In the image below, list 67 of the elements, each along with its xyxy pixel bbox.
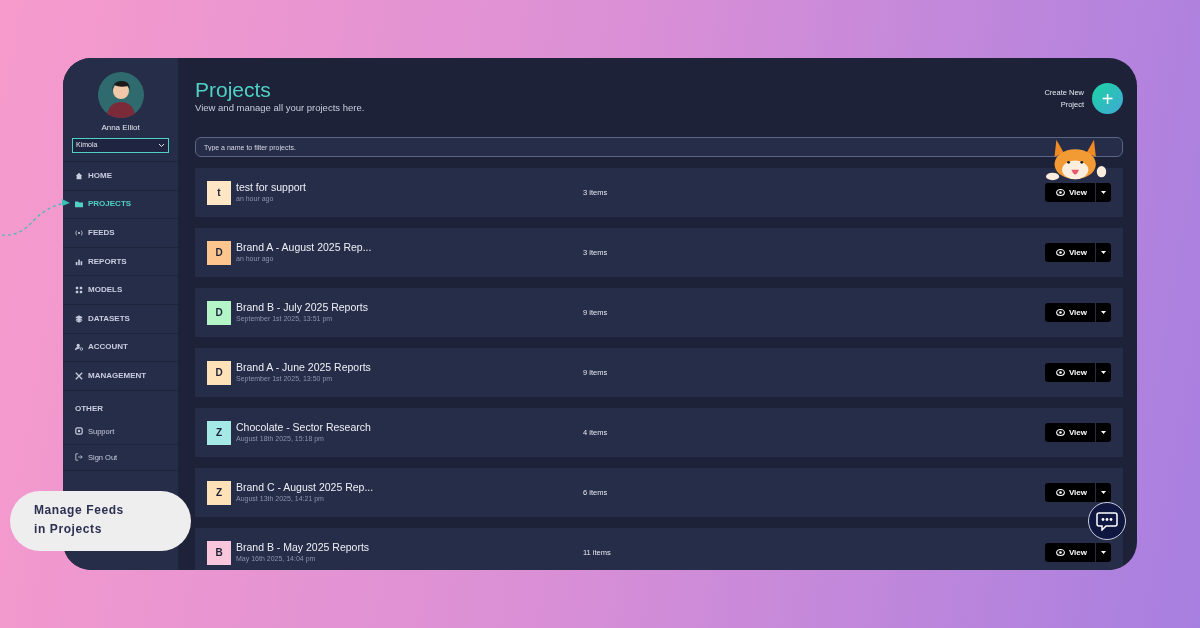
project-name: Brand A - June 2025 Reports bbox=[236, 360, 372, 375]
chat-icon bbox=[1096, 511, 1118, 531]
dropdown-toggle-button[interactable] bbox=[1096, 243, 1111, 263]
project-name: Brand C - August 2025 Rep... bbox=[236, 480, 375, 495]
user-name: Anna Elliot bbox=[100, 122, 141, 134]
tools-icon bbox=[75, 371, 83, 380]
sign-out-icon bbox=[75, 453, 83, 462]
section-heading: OTHER bbox=[63, 389, 178, 419]
eye-icon bbox=[1055, 368, 1065, 378]
view-button[interactable]: View bbox=[1044, 363, 1095, 383]
project-initial-tile: B bbox=[207, 540, 231, 565]
folder-icon bbox=[75, 200, 83, 209]
view-button[interactable]: View bbox=[1044, 483, 1095, 503]
nav-item[interactable]: DATASETS bbox=[63, 303, 178, 333]
view-button[interactable]: View bbox=[1044, 543, 1095, 563]
project-initial-tile: D bbox=[207, 360, 231, 385]
caret-icon bbox=[1101, 311, 1106, 315]
eye-icon bbox=[1055, 428, 1065, 438]
eye-icon bbox=[1055, 248, 1065, 258]
bar-chart-icon bbox=[75, 257, 83, 266]
caret-icon bbox=[1101, 431, 1106, 435]
eye-icon bbox=[1055, 548, 1065, 558]
chevron-down-icon bbox=[158, 143, 165, 148]
project-initial-tile: Z bbox=[207, 420, 231, 445]
dropdown-toggle-button[interactable] bbox=[1096, 303, 1111, 323]
project-name: Brand B - July 2025 Reports bbox=[236, 300, 369, 315]
caret-icon bbox=[1101, 191, 1106, 195]
nav-item[interactable]: MANAGEMENT bbox=[63, 361, 178, 390]
avatar bbox=[97, 72, 144, 118]
caret-icon bbox=[1101, 371, 1106, 375]
nav-item[interactable]: MODELS bbox=[63, 275, 178, 304]
user-gear-icon bbox=[75, 343, 83, 352]
dropdown-toggle-button[interactable] bbox=[1096, 543, 1111, 563]
eye-icon bbox=[1055, 308, 1065, 318]
project-initial-tile: t bbox=[207, 180, 231, 205]
broadcast-icon bbox=[75, 229, 83, 237]
dropdown-toggle-button[interactable] bbox=[1096, 423, 1111, 443]
nav-item[interactable]: FEEDS bbox=[63, 218, 178, 247]
view-button[interactable]: View bbox=[1044, 183, 1095, 203]
project-name: Brand B - May 2025 Reports bbox=[236, 540, 371, 555]
caret-icon bbox=[1101, 491, 1106, 495]
project-initial-tile: D bbox=[207, 300, 231, 325]
project-name: Chocolate - Sector Research bbox=[236, 420, 372, 435]
view-button[interactable]: View bbox=[1044, 423, 1095, 443]
project-name: Brand A - August 2025 Rep... bbox=[236, 240, 373, 255]
dropdown-toggle-button[interactable] bbox=[1096, 483, 1111, 503]
eye-icon bbox=[1055, 488, 1065, 498]
home-icon bbox=[75, 171, 83, 180]
dropdown-toggle-button[interactable] bbox=[1096, 363, 1111, 383]
view-button[interactable]: View bbox=[1044, 303, 1095, 323]
page-subtitle: View and manage all your projects here. bbox=[195, 101, 366, 116]
nav-item[interactable]: REPORTS bbox=[63, 246, 178, 276]
eye-icon bbox=[1055, 188, 1065, 198]
nav-item[interactable]: HOME bbox=[63, 161, 178, 190]
view-button[interactable]: View bbox=[1044, 243, 1095, 263]
nav-item[interactable]: ACCOUNT bbox=[63, 332, 178, 362]
lifebuoy-icon bbox=[75, 427, 83, 436]
project-initial-tile: Z bbox=[207, 480, 231, 505]
dropdown-toggle-button[interactable] bbox=[1096, 183, 1111, 203]
callout-label: Manage Feeds in Projects bbox=[10, 491, 191, 551]
project-name: test for support bbox=[236, 180, 308, 195]
page-title: Projects bbox=[195, 78, 272, 102]
project-initial-tile: D bbox=[207, 240, 231, 265]
caret-icon bbox=[1101, 251, 1106, 255]
layers-icon bbox=[75, 314, 83, 323]
nodes-icon bbox=[75, 286, 83, 295]
caret-icon bbox=[1101, 551, 1106, 555]
